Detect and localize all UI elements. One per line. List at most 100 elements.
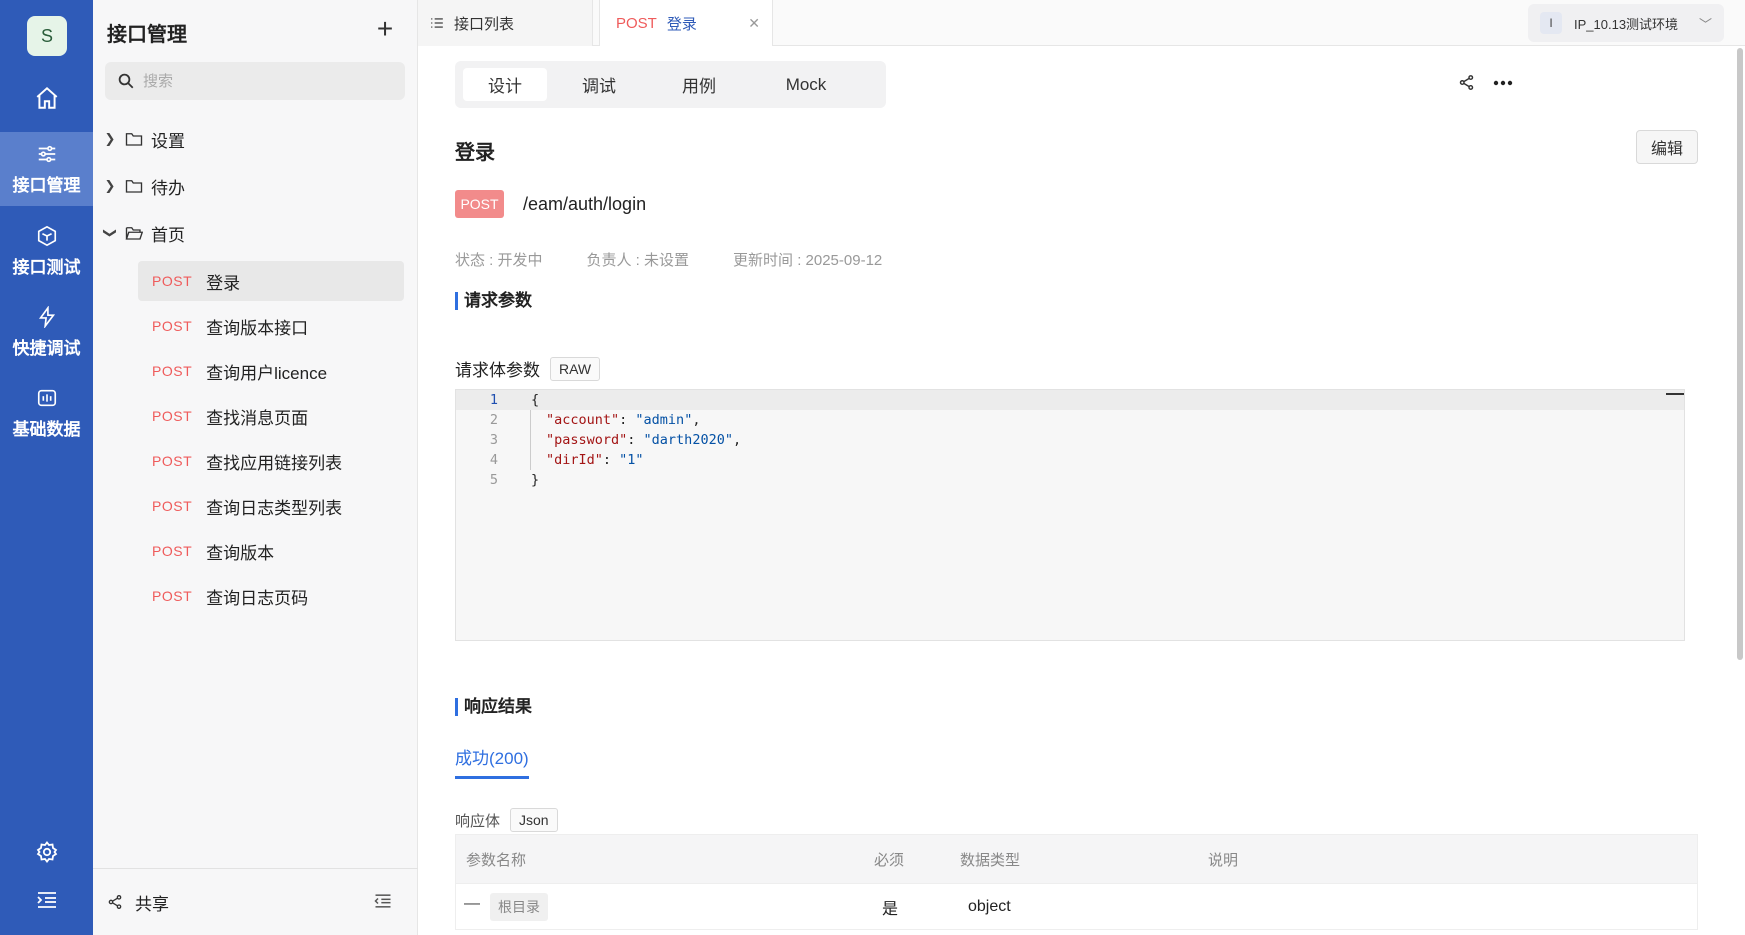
folder-home[interactable]: ❯ 首页: [103, 217, 185, 249]
json-value: "1": [619, 452, 644, 468]
scrollbar[interactable]: [1737, 48, 1743, 660]
line-number: 1: [489, 392, 498, 408]
share-button[interactable]: 共享: [135, 890, 169, 915]
tab-login[interactable]: POST 登录 ✕: [599, 0, 773, 47]
api-name: 查询日志页码: [206, 588, 309, 608]
env-label: IP_10.13测试环境: [1574, 16, 1679, 32]
cube-icon: [37, 225, 56, 246]
nav-label: 接口测试: [12, 257, 81, 277]
owner-text: 负责人 : 未设置: [586, 252, 690, 269]
api-name: 查询版本接口: [206, 318, 309, 338]
api-item[interactable]: POST 查找应用链接列表: [138, 441, 404, 481]
method-badge: POST: [455, 190, 504, 218]
chevron-down-icon: ❯: [103, 227, 118, 239]
nav-item-quick-debug[interactable]: 快捷调试: [0, 295, 93, 369]
column-header: 必须: [874, 851, 905, 869]
more-icon[interactable]: [1493, 80, 1513, 86]
line-number: 2: [489, 412, 498, 428]
environment-select[interactable]: I IP_10.13测试环境 ﹀: [1528, 4, 1724, 42]
api-meta: 状态 : 开发中 负责人 : 未设置 更新时间 : 2025-09-12: [455, 249, 882, 270]
folder-label: 首页: [151, 225, 185, 245]
api-title: 登录: [455, 142, 495, 164]
line-number: 5: [489, 472, 498, 488]
param-type: object: [968, 897, 1011, 915]
folder-settings[interactable]: ❯ 设置: [103, 123, 185, 155]
current-line-highlight: [456, 390, 1684, 410]
request-section-title: 请求参数: [455, 292, 532, 310]
add-button[interactable]: +: [371, 15, 399, 44]
tab-mock[interactable]: Mock: [751, 68, 861, 101]
method-label: POST: [152, 318, 193, 334]
folder-todo[interactable]: ❯ 待办: [103, 170, 185, 202]
search-box[interactable]: [105, 62, 405, 100]
nav-label: 接口管理: [12, 175, 81, 195]
column-header: 参数名称: [466, 851, 527, 869]
nav-item-api-management[interactable]: 接口管理: [0, 132, 93, 206]
code-editor[interactable]: 1 { 2 "account": "admin", 3 "password": …: [455, 389, 1685, 641]
response-params-table: 参数名称 必须 数据类型 说明 — 根目录 是 object: [455, 834, 1698, 930]
code-line: 2 "account": "admin",: [456, 410, 701, 430]
status-text: 状态 : 开发中: [455, 252, 543, 269]
tab-success-200[interactable]: 成功(200): [455, 744, 529, 769]
method-label: POST: [152, 453, 193, 469]
api-name: 查询日志类型列表: [206, 498, 343, 518]
nav-label: 基础数据: [12, 419, 81, 439]
code-line: 3 "password": "darth2020",: [456, 430, 741, 450]
share-icon: [108, 895, 122, 909]
folder-label: 设置: [151, 131, 185, 151]
body-label: 请求体参数: [455, 361, 540, 380]
home-button[interactable]: [0, 78, 93, 118]
body-type-tag[interactable]: RAW: [550, 356, 601, 381]
top-actions: [1458, 74, 1513, 91]
close-icon[interactable]: ✕: [748, 15, 760, 32]
api-item[interactable]: POST 登录: [138, 261, 404, 301]
api-tree-panel: 接口管理 + ❯ 设置 ❯ 待办 ❯ 首页 POST 登录 POST 查询版本接…: [93, 0, 418, 935]
settings-button[interactable]: [0, 834, 93, 870]
api-item[interactable]: POST 查询用户licence: [138, 351, 404, 391]
api-name: 查找应用链接列表: [206, 453, 343, 473]
code-line: 4 "dirId": "1": [456, 450, 644, 470]
api-item[interactable]: POST 查询日志类型列表: [138, 486, 404, 526]
collapse-panel-icon[interactable]: [373, 891, 393, 911]
gear-icon: [36, 841, 57, 863]
share-icon[interactable]: [1458, 74, 1475, 91]
line-number: 4: [489, 452, 498, 468]
tab-bar: 接口列表 POST 登录 ✕ I IP_10.13测试环境 ﹀: [418, 0, 1745, 47]
tab-cases[interactable]: 用例: [651, 68, 747, 101]
api-item[interactable]: POST 查找消息页面: [138, 396, 404, 436]
code-line: 5 }: [456, 470, 539, 490]
left-nav: S 接口管理 接口测试 快捷调试 基础数据: [0, 0, 93, 935]
search-input[interactable]: [143, 72, 383, 90]
response-type-tag[interactable]: Json: [510, 808, 558, 832]
sub-tabs: 设计 调试 用例 Mock: [455, 61, 886, 108]
collapse-row-icon[interactable]: —: [464, 895, 480, 913]
edit-button[interactable]: 编辑: [1636, 130, 1698, 164]
code-text: "password": "darth2020",: [546, 432, 742, 448]
chevron-right-icon: ❯: [104, 131, 116, 146]
menu-indent-icon: [36, 892, 56, 908]
tab-design[interactable]: 设计: [463, 68, 547, 101]
tab-api-list[interactable]: 接口列表: [418, 0, 593, 46]
tab-debug[interactable]: 调试: [551, 68, 647, 101]
json-value: "darth2020": [643, 432, 733, 448]
home-icon: [36, 86, 57, 109]
indent-guide: [530, 410, 531, 470]
table-header: 参数名称 必须 数据类型 说明: [456, 835, 1697, 883]
json-key: "dirId": [546, 452, 603, 468]
lightning-icon: [38, 305, 55, 328]
avatar[interactable]: S: [27, 16, 67, 56]
method-label: POST: [152, 408, 193, 424]
minimize-icon[interactable]: [1666, 393, 1684, 395]
api-name: 查询用户licence: [206, 363, 328, 383]
nav-item-base-data[interactable]: 基础数据: [0, 376, 93, 450]
json-key: "account": [546, 412, 620, 428]
active-tab-indicator: [455, 776, 529, 779]
folder-open-icon: [125, 227, 143, 240]
api-item[interactable]: POST 查询日志页码: [138, 576, 404, 616]
chevron-right-icon: ❯: [104, 178, 116, 193]
api-item[interactable]: POST 查询版本: [138, 531, 404, 571]
expand-menu-button[interactable]: [0, 882, 93, 918]
json-key: "password": [546, 432, 628, 448]
nav-item-api-test[interactable]: 接口测试: [0, 214, 93, 288]
api-item[interactable]: POST 查询版本接口: [138, 306, 404, 346]
